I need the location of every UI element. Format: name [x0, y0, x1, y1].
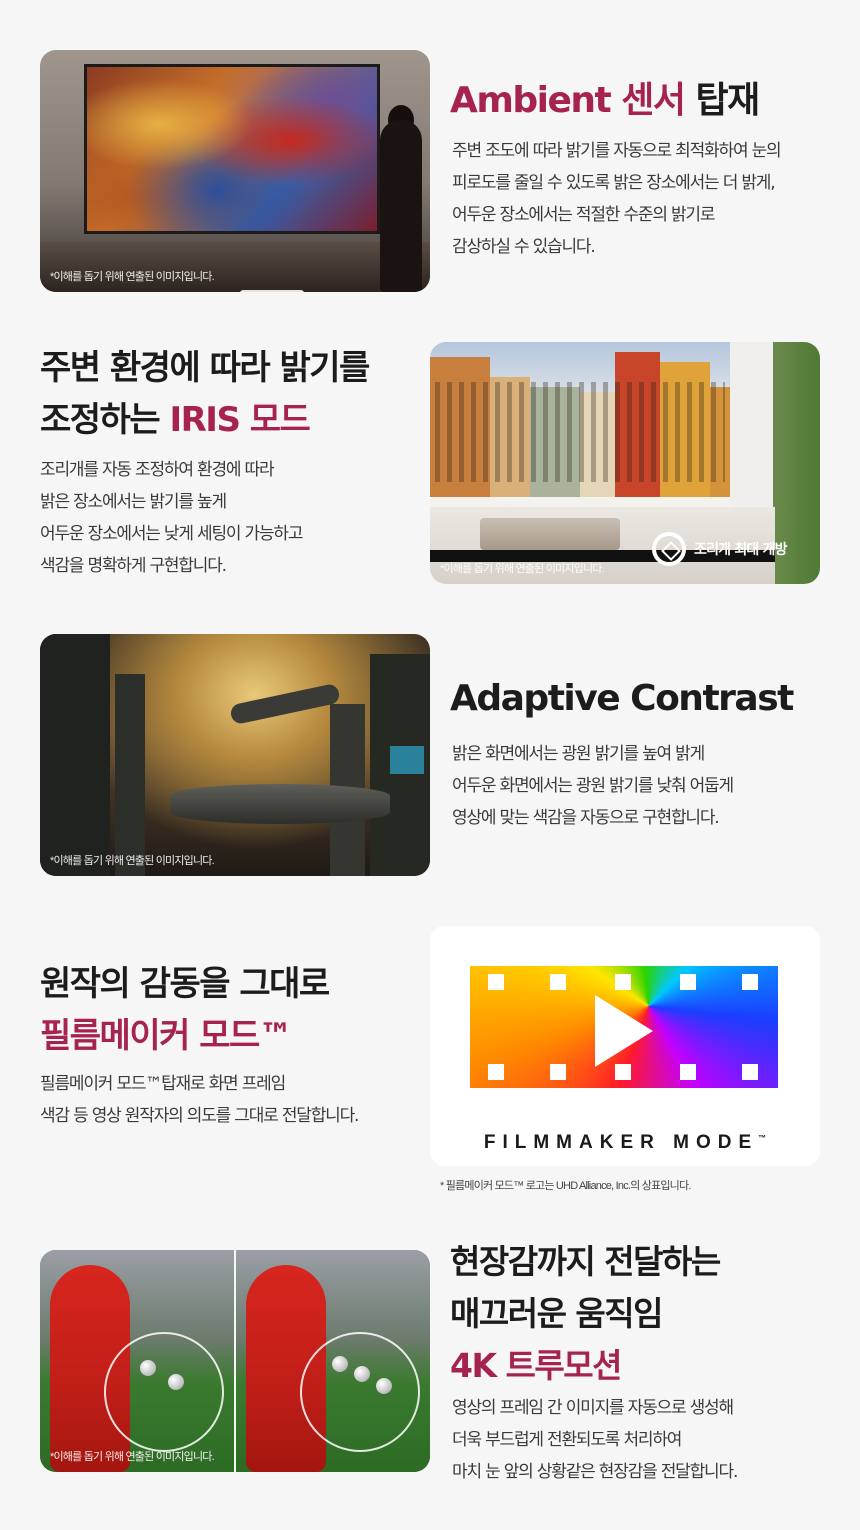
spaceship: [229, 682, 341, 726]
ambient-body-line: 주변 조도에 따라 밝기를 자동으로 최적화하여 눈의: [452, 141, 782, 161]
trademark-symbol: ™: [758, 1133, 767, 1143]
city-projection-image: 조리개 최대 개방 *이해를 돕기 위해 연출된 이미지입니다.: [430, 342, 820, 584]
frame-divider: [234, 1250, 236, 1472]
trademark-note: * 필름메이커 모드™ 로고는 UHD Alliance, Inc.의 상표입니…: [440, 1180, 691, 1192]
ambient-title-accent: Ambient 센서: [450, 80, 686, 121]
truemotion-title-line2: 매끄러운 움직임: [450, 1294, 664, 1333]
person-silhouette: [380, 120, 422, 292]
image-caption: *이해를 돕기 위해 연출된 이미지입니다.: [50, 271, 215, 283]
iris-body-line: 밝은 장소에서는 밝기를 높게: [40, 492, 227, 512]
adaptive-body-line: 밝은 화면에서는 광원 밝기를 높여 밝게: [452, 744, 705, 764]
film-hole: [615, 974, 631, 990]
soccer-ball: [168, 1374, 184, 1390]
holo-screen: [390, 746, 424, 774]
projector-device: [480, 518, 620, 550]
adaptive-description: 밝은 화면에서는 광원 밝기를 높여 밝게 어두운 화면에서는 광원 밝기를 낮…: [452, 738, 734, 834]
tower: [40, 634, 110, 876]
ambient-body-line: 감상하실 수 있습니다.: [452, 237, 596, 257]
film-hole: [488, 974, 504, 990]
filmmaker-logo-wordmark: FILMMAKER MODE™: [430, 1132, 820, 1154]
aperture-badge: 조리개 최대 개방: [652, 532, 788, 566]
painting-artwork: [84, 64, 380, 234]
ambient-description: 주변 조도에 따라 밝기를 자동으로 최적화하여 눈의 피로도를 줄일 수 있도…: [452, 135, 782, 263]
filmmaker-title-accent: 필름메이커 모드™: [40, 1016, 293, 1056]
ambient-room-image: *이해를 돕기 위해 연출된 이미지입니다.: [40, 50, 430, 292]
film-hole: [742, 1064, 758, 1080]
iris-description: 조리개를 자동 조정하여 환경에 따라 밝은 장소에서는 밝기를 높게 어두운 …: [40, 454, 303, 582]
film-hole: [680, 1064, 696, 1080]
filmmaker-logo-card: FILMMAKER MODE™: [430, 926, 820, 1166]
soccer-comparison-image: *이해를 돕기 위해 연출된 이미지입니다.: [40, 1250, 430, 1472]
filmmaker-body-line: 색감 등 영상 원작자의 의도를 그대로 전달합니다.: [40, 1106, 359, 1126]
soccer-frame-left: [40, 1250, 234, 1472]
filmmaker-logo-text: FILMMAKER MODE: [483, 1132, 759, 1153]
building-windows: [435, 382, 725, 482]
film-hole: [550, 1064, 566, 1080]
filmmaker-description: 필름메이커 모드™탑재로 화면 프레임 색감 등 영상 원작자의 의도를 그대로…: [40, 1068, 359, 1132]
highlight-circle: [300, 1332, 420, 1452]
film-hole: [488, 1064, 504, 1080]
film-perforation-strip: [470, 1088, 778, 1114]
soccer-ball: [140, 1360, 156, 1376]
filmmaker-title: 원작의 감동을 그대로 필름메이커 모드™: [40, 958, 330, 1062]
projected-screen: [430, 342, 730, 507]
filmmaker-title-line1: 원작의 감동을 그대로: [40, 964, 330, 1004]
film-hole: [550, 974, 566, 990]
highlight-circle: [104, 1332, 224, 1452]
adaptive-title: Adaptive Contrast: [450, 678, 794, 719]
film-hole: [680, 974, 696, 990]
truemotion-title: 현장감까지 전달하는 매끄러운 움직임 4K 트루모션: [450, 1236, 721, 1392]
iris-title: 주변 환경에 따라 밝기를 조정하는 IRIS 모드: [40, 342, 370, 446]
truemotion-title-line1: 현장감까지 전달하는: [450, 1242, 721, 1281]
truemotion-body-line: 더욱 부드럽게 전환되도록 처리하여: [452, 1430, 682, 1450]
filmmaker-logo-graphic: [470, 940, 778, 1114]
image-caption: *이해를 돕기 위해 연출된 이미지입니다.: [50, 855, 215, 867]
soccer-frame-right: [236, 1250, 430, 1472]
film-perforation-strip: [470, 940, 778, 966]
floating-platform: [170, 784, 390, 824]
aperture-badge-label: 조리개 최대 개방: [694, 542, 788, 558]
iris-title-line2: 조정하는 IRIS 모드: [40, 394, 369, 446]
image-caption: *이해를 돕기 위해 연출된 이미지입니다.: [50, 1451, 215, 1463]
iris-body-line: 어두운 장소에서는 낮게 세팅이 가능하고: [40, 524, 303, 544]
iris-body-line: 조리개를 자동 조정하여 환경에 따라: [40, 460, 275, 480]
truemotion-description: 영상의 프레임 간 이미지를 자동으로 생성해 더욱 부드럽게 전환되도록 처리…: [452, 1392, 738, 1488]
iris-body-line: 색감을 명확하게 구현합니다.: [40, 556, 227, 576]
soccer-ball: [376, 1378, 392, 1394]
truemotion-title-accent: 4K 트루모션: [450, 1346, 622, 1385]
iris-title-line1: 주변 환경에 따라 밝기를: [40, 348, 370, 388]
soccer-ball: [332, 1356, 348, 1372]
image-caption: *이해를 돕기 위해 연출된 이미지입니다.: [440, 563, 605, 575]
adaptive-body-line: 영상에 맞는 색감을 자동으로 구현합니다.: [452, 808, 720, 828]
adaptive-body-line: 어두운 화면에서는 광원 밝기를 낮춰 어둡게: [452, 776, 734, 796]
play-icon: [595, 995, 653, 1067]
room-floor: [40, 242, 430, 292]
aperture-icon: [652, 532, 686, 566]
soccer-ball: [354, 1366, 370, 1382]
truemotion-body-line: 영상의 프레임 간 이미지를 자동으로 생성해: [452, 1398, 734, 1418]
ambient-title-rest: 탑재: [684, 80, 761, 121]
truemotion-body-line: 마치 눈 앞의 상황같은 현장감을 전달합니다.: [452, 1462, 738, 1482]
filmmaker-body-line: 필름메이커 모드™탑재로 화면 프레임: [40, 1074, 286, 1094]
iris-title-accent: IRIS 모드: [169, 400, 310, 440]
ambient-body-line: 피로도를 줄일 수 있도록 밝은 장소에서는 더 밝게,: [452, 173, 776, 193]
scifi-city-image: *이해를 돕기 위해 연출된 이미지입니다.: [40, 634, 430, 876]
iris-title-prefix: 조정하는: [40, 400, 170, 440]
projector-device: [240, 290, 304, 292]
tower: [115, 674, 145, 876]
ambient-title: Ambient 센서 탑재: [450, 78, 761, 125]
film-hole: [742, 974, 758, 990]
ambient-body-line: 어두운 장소에서는 적절한 수준의 밝기로: [452, 205, 715, 225]
